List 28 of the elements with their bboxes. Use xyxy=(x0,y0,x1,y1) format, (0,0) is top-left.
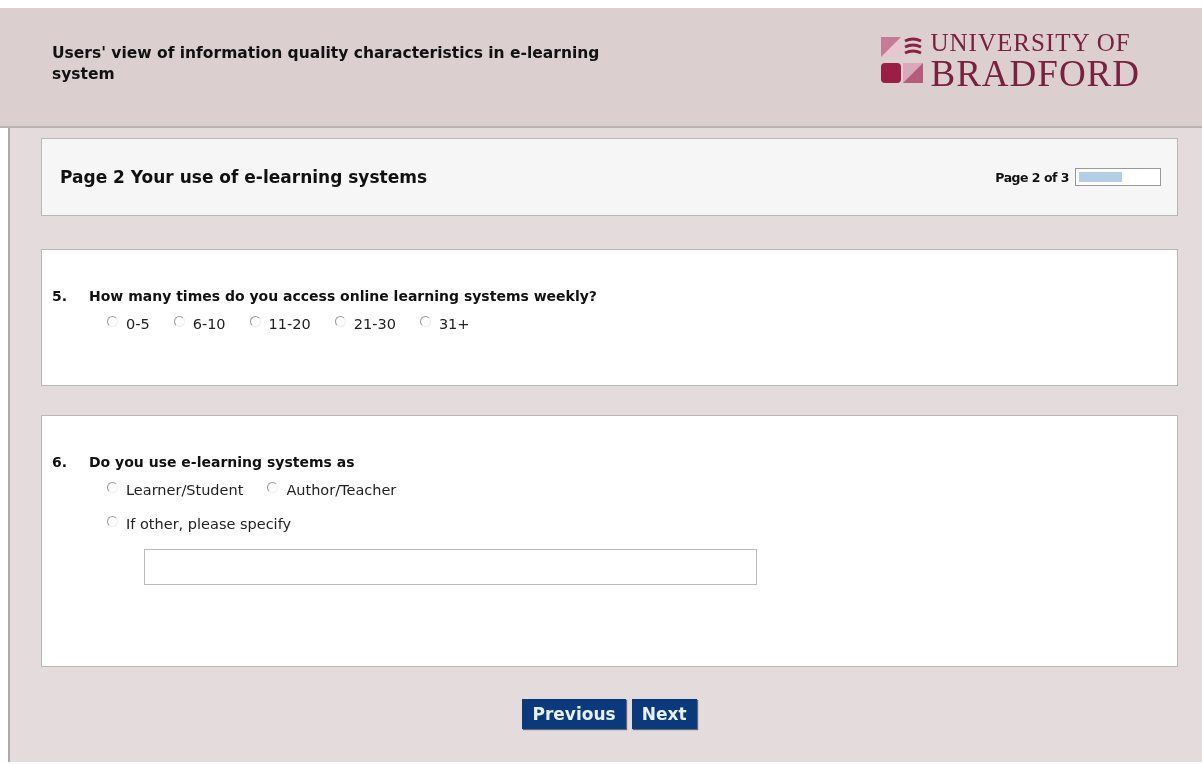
question-text: How many times do you access online learning systems weekly? xyxy=(89,288,597,304)
radio-option[interactable]: Learner/Student xyxy=(107,482,244,498)
radio-button[interactable] xyxy=(419,315,431,327)
radio-button[interactable] xyxy=(107,481,118,493)
radio-button[interactable] xyxy=(334,315,346,327)
radio-option[interactable]: Author/Teacher xyxy=(267,482,397,498)
page-title: Page 2 Your use of e-learning systems xyxy=(60,167,428,187)
nav-button[interactable]: Next xyxy=(631,699,697,729)
question-number: 5. xyxy=(52,288,69,304)
radio-button[interactable] xyxy=(107,315,118,327)
radio-option[interactable]: 11-20 xyxy=(249,316,311,332)
input-field[interactable] xyxy=(144,549,757,585)
nav-button[interactable]: Previous xyxy=(522,699,626,729)
logo-text: BRADFORD xyxy=(930,55,1140,92)
survey-title: Users' view of information quality characteristics in e-learning system xyxy=(52,43,601,85)
radio-option[interactable]: 6-10 xyxy=(173,316,226,332)
radio-option[interactable]: If other, please specify xyxy=(107,516,1177,532)
radio-button[interactable] xyxy=(249,315,261,327)
question-number: 6. xyxy=(52,454,69,470)
radio-option[interactable]: 31+ xyxy=(419,316,470,332)
page-counter: Page 2 of 3 xyxy=(995,169,1069,185)
radio-button[interactable] xyxy=(267,481,279,493)
radio-button[interactable] xyxy=(107,515,118,527)
radio-option[interactable]: 21-30 xyxy=(334,316,396,332)
logo-text: UNIVERSITY OF xyxy=(930,30,1132,55)
radio-button[interactable] xyxy=(173,315,185,327)
radio-option[interactable]: 0-5 xyxy=(107,316,150,332)
question-text: Do you use e-learning systems as xyxy=(89,454,355,470)
